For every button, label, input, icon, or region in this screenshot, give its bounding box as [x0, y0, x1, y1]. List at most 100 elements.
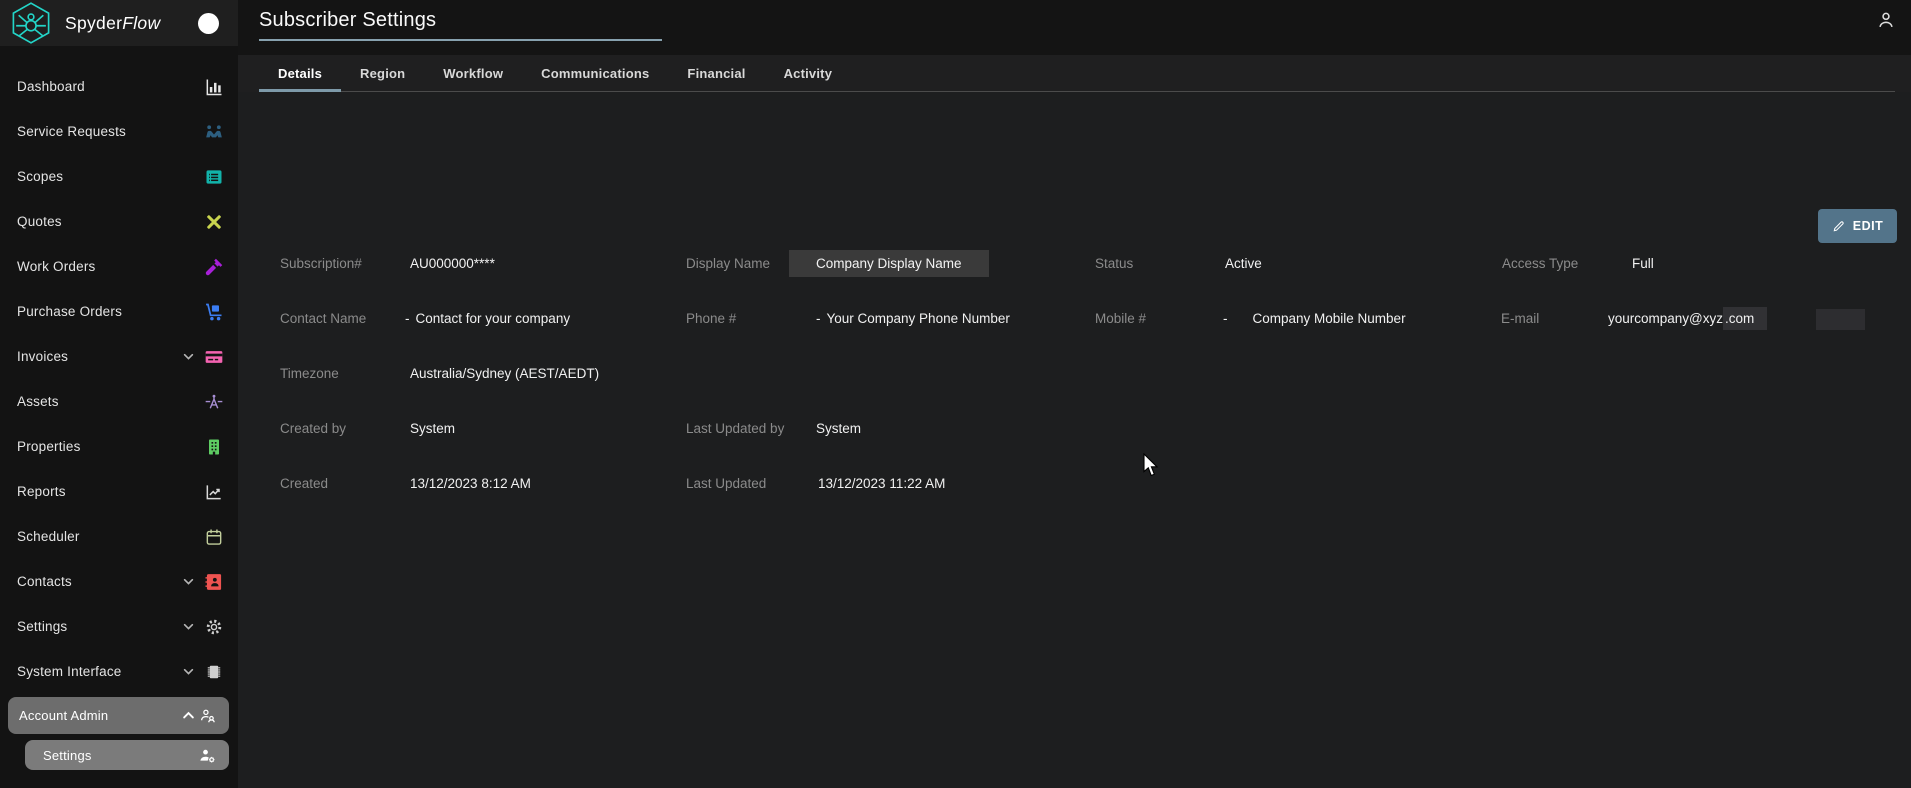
- sidebar-item-properties[interactable]: Properties: [0, 424, 238, 469]
- sidebar-item-purchase-orders[interactable]: Purchase Orders: [0, 289, 238, 334]
- sidebar-item-label: Settings: [43, 747, 92, 763]
- value-text: Your Company Phone Number: [826, 311, 1010, 326]
- tab-communications[interactable]: Communications: [522, 55, 668, 91]
- dolly-icon: [204, 302, 224, 322]
- people-handshake-icon: [204, 122, 224, 142]
- chevron-up-icon: [179, 706, 198, 725]
- field-value-mobile: - Company Mobile Number: [1223, 311, 1406, 326]
- tab-financial[interactable]: Financial: [668, 55, 764, 91]
- sidebar: SpyderFlow Dashboard Service Requests Scop…: [0, 0, 238, 788]
- chevron-down-icon: [180, 573, 197, 590]
- sidebar-item-label: Quotes: [17, 214, 62, 229]
- sidebar-item-label: Contacts: [17, 574, 72, 589]
- sidebar-item-label: Settings: [17, 619, 68, 634]
- list-box-icon: [204, 167, 224, 187]
- sidebar-item-assets[interactable]: Assets: [0, 379, 238, 424]
- field-value-created_by: System: [410, 421, 456, 436]
- sidebar-item-contacts[interactable]: Contacts: [0, 559, 238, 604]
- user-icon[interactable]: [1875, 9, 1897, 36]
- field-label-timezone: Timezone: [280, 366, 339, 381]
- title-underline: [259, 39, 662, 41]
- sidebar-item-label: Service Requests: [17, 124, 126, 139]
- spider-logo-icon: [9, 1, 53, 45]
- person-gear-icon: [198, 746, 217, 765]
- sidebar-item-reports[interactable]: Reports: [0, 469, 238, 514]
- contact-book-icon: [204, 572, 224, 592]
- tab-bar: Details Region Workflow Communications Finan…: [238, 55, 1911, 92]
- value-text: yourcompany@xyz: [1608, 311, 1723, 326]
- chevron-down-icon: [180, 348, 197, 365]
- details-panel: EDIT Subscription# AU000000**** Display Na…: [238, 92, 1911, 788]
- field-label-mobile: Mobile #: [1095, 311, 1147, 326]
- sidebar-item-label: Properties: [17, 439, 81, 454]
- app-root: SpyderFlow Dashboard Service Requests Scop…: [0, 0, 1911, 788]
- field-value-created: 13/12/2023 8:12 AM: [410, 476, 531, 491]
- building-icon: [204, 437, 224, 457]
- sidebar-item-label: Work Orders: [17, 259, 96, 274]
- sidebar-item-settings[interactable]: Settings: [0, 604, 238, 649]
- sidebar-item-label: Scopes: [17, 169, 64, 184]
- value-text: Contact for your company: [415, 311, 571, 326]
- tab-label: Communications: [541, 65, 650, 81]
- sidebar-item-work-orders[interactable]: Work Orders: [0, 244, 238, 289]
- credit-card-icon: [204, 347, 224, 367]
- sidebar-item-label: Purchase Orders: [17, 304, 123, 319]
- field-value-access_type: Full: [1632, 256, 1654, 271]
- value-text: Company Mobile Number: [1252, 311, 1406, 326]
- field-label-last_updated_by: Last Updated by: [686, 421, 785, 436]
- asset-antenna-icon: [204, 392, 224, 412]
- brand-name-italic: Flow: [122, 12, 161, 33]
- manage-accounts-icon: [198, 706, 217, 725]
- sidebar-item-dashboard[interactable]: Dashboard: [0, 64, 238, 109]
- sidebar-item-invoices[interactable]: Invoices: [0, 334, 238, 379]
- line-chart-icon: [204, 482, 224, 502]
- sidebar-item-account-admin[interactable]: Account Admin: [8, 697, 229, 734]
- field-value-contact_name: - Contact for your company: [405, 311, 570, 326]
- detail-fields: Subscription# AU000000**** Display Name Com…: [238, 92, 1911, 788]
- sidebar-item-label: Dashboard: [17, 79, 85, 94]
- sidebar-item-label: Account Admin: [19, 708, 109, 723]
- redacted-box: [1816, 309, 1865, 330]
- chip-icon: [204, 662, 224, 682]
- status-dot[interactable]: [198, 12, 219, 34]
- sidebar-item-label: Invoices: [17, 349, 69, 364]
- sidebar-item-account-admin-settings[interactable]: Settings: [25, 740, 229, 770]
- tab-activity[interactable]: Activity: [765, 55, 852, 91]
- sidebar-item-quotes[interactable]: Quotes: [0, 199, 238, 244]
- chevron-down-icon: [180, 618, 197, 635]
- value-dash: -: [816, 311, 821, 326]
- field-label-status: Status: [1095, 256, 1134, 271]
- topbar: Subscriber Settings: [238, 0, 1911, 55]
- sidebar-item-scopes[interactable]: Scopes: [0, 154, 238, 199]
- field-label-access_type: Access Type: [1502, 256, 1579, 271]
- value-dash: -: [405, 311, 410, 326]
- tab-details[interactable]: Details: [259, 55, 342, 92]
- gear-icon: [204, 617, 224, 637]
- field-label-created: Created: [280, 476, 329, 491]
- value-text-redacted: .com: [1723, 307, 1768, 330]
- field-value-last_updated_by: System: [816, 421, 862, 436]
- field-value-timezone: Australia/Sydney (AEST/AEDT): [410, 366, 600, 381]
- tab-label: Region: [360, 65, 406, 81]
- tab-label: Details: [278, 65, 323, 81]
- sidebar-nav: Dashboard Service Requests Scopes Quotes Wor…: [0, 64, 238, 694]
- field-label-last_updated: Last Updated: [686, 476, 767, 491]
- field-value-status: Active: [1225, 256, 1262, 271]
- sidebar-item-system-interface[interactable]: System Interface: [0, 649, 238, 694]
- value-dash: -: [1223, 311, 1228, 326]
- field-value-last_updated: 13/12/2023 11:22 AM: [818, 476, 946, 491]
- sidebar-item-label: Assets: [17, 394, 59, 409]
- sidebar-item-scheduler[interactable]: Scheduler: [0, 514, 238, 559]
- main: Subscriber Settings Details Region Workflo…: [238, 0, 1911, 788]
- tab-workflow[interactable]: Workflow: [424, 55, 522, 91]
- field-label-subscription: Subscription#: [280, 256, 362, 271]
- sidebar-item-label: Reports: [17, 484, 66, 499]
- sidebar-item-service-requests[interactable]: Service Requests: [0, 109, 238, 154]
- logo-strip: SpyderFlow: [0, 0, 238, 46]
- field-value-phone: - Your Company Phone Number: [816, 311, 1010, 326]
- field-label-display_name: Display Name: [686, 256, 771, 271]
- field-label-created_by: Created by: [280, 421, 347, 436]
- field-label-email: E-mail: [1501, 311, 1540, 326]
- field-value-subscription: AU000000****: [410, 256, 495, 271]
- tab-region[interactable]: Region: [341, 55, 424, 91]
